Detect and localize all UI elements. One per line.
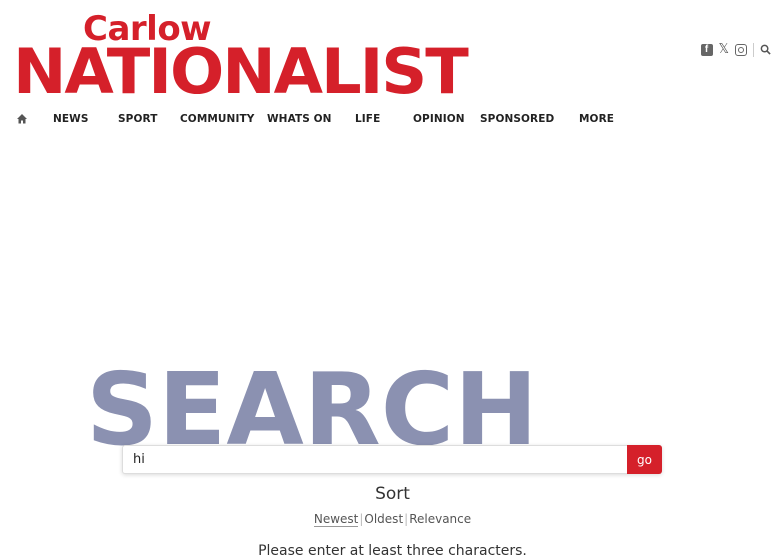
nav-item-opinion[interactable]: OPINION (413, 113, 465, 125)
nav-item-sponsored[interactable]: SPONSORED (480, 113, 554, 125)
nav-item-whats-on[interactable]: WHATS ON (267, 113, 332, 125)
site-logo[interactable]: Carlow NATIONALIST (13, 10, 493, 108)
validation-message: Please enter at least three characters. (258, 543, 527, 559)
sort-divider: | (404, 512, 409, 526)
go-button[interactable]: go (627, 445, 662, 474)
search-input[interactable] (123, 446, 627, 473)
sort-title: Sort (375, 484, 410, 504)
sort-oldest[interactable]: Oldest (364, 512, 403, 526)
social-links: f 𝕏 (700, 42, 771, 57)
x-icon[interactable]: 𝕏 (719, 42, 729, 57)
search-form: go (122, 445, 662, 474)
sort-newest[interactable]: Newest (313, 512, 359, 527)
facebook-icon[interactable]: f (700, 43, 713, 56)
search-icon[interactable] (760, 44, 771, 55)
sort-options: Newest|Oldest|Relevance (0, 512, 775, 527)
nav-item-community[interactable]: COMMUNITY (180, 113, 254, 125)
sort-divider: | (359, 512, 364, 526)
divider (753, 42, 754, 57)
nav-item-more[interactable]: MORE (579, 113, 614, 125)
instagram-icon[interactable] (735, 43, 747, 56)
nav-item-news[interactable]: NEWS (53, 113, 89, 125)
nav-item-sport[interactable]: SPORT (118, 113, 157, 125)
nav-item-life[interactable]: LIFE (355, 113, 380, 125)
sort-relevance[interactable]: Relevance (409, 512, 471, 526)
logo-nationalist: NATIONALIST (13, 35, 469, 108)
